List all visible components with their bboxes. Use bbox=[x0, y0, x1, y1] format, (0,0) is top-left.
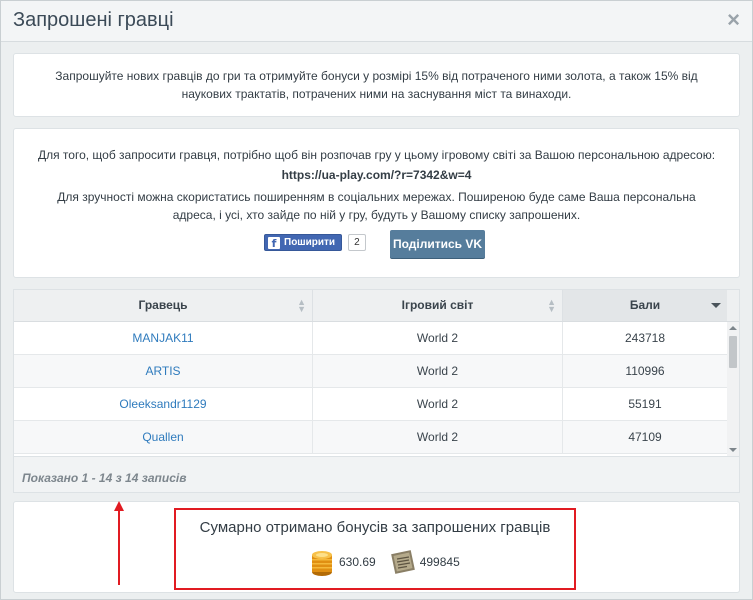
share-instructions: Для зручності можна скористатись поширен… bbox=[57, 190, 696, 222]
points-cell: 55191 bbox=[628, 397, 662, 411]
column-header-player[interactable]: Гравець ▲ ▼ bbox=[14, 290, 313, 321]
table-header: Гравець ▲ ▼ Ігровий світ ▲ ▼ Бали bbox=[14, 290, 739, 322]
close-icon[interactable]: × bbox=[727, 9, 740, 31]
scrollbar-thumb[interactable] bbox=[729, 336, 737, 368]
facebook-share-button[interactable]: f Поширити bbox=[264, 234, 343, 251]
summary-values: 630.69 499845 bbox=[309, 546, 460, 578]
invite-instructions: Для того, щоб запросити гравця, потрібно… bbox=[37, 148, 716, 162]
personal-invite-url[interactable]: https://ua-play.com/?r=7342&w=4 bbox=[14, 168, 739, 182]
red-arrow-icon bbox=[109, 501, 129, 587]
summary-highlight: Сумарно отримано бонусів за запрошених г… bbox=[174, 508, 576, 590]
facebook-share: f Поширити 2 bbox=[264, 234, 366, 251]
scroll-icon bbox=[390, 549, 416, 575]
table-row: MANJAK11 World 2 243718 bbox=[14, 322, 727, 355]
invited-players-table: Гравець ▲ ▼ Ігровий світ ▲ ▼ Бали MANJAK11… bbox=[13, 289, 740, 457]
sort-icon: ▲ ▼ bbox=[547, 297, 556, 314]
dialog-title: Запрошені гравці bbox=[13, 9, 174, 31]
scroll-up-icon[interactable] bbox=[729, 326, 737, 330]
facebook-share-label: Поширити bbox=[284, 237, 336, 248]
column-header-world[interactable]: Ігровий світ ▲ ▼ bbox=[313, 290, 563, 321]
gold-bonus-value: 630.69 bbox=[339, 555, 376, 569]
table-scrollbar[interactable] bbox=[727, 322, 739, 456]
column-header-label: Гравець bbox=[138, 298, 188, 312]
world-cell: World 2 bbox=[313, 355, 563, 387]
treatise-bonus-value: 499845 bbox=[419, 555, 460, 569]
sort-desc-icon bbox=[711, 303, 721, 308]
points-cell: 47109 bbox=[628, 430, 662, 444]
column-header-points[interactable]: Бали bbox=[563, 290, 727, 321]
sort-icon: ▲ ▼ bbox=[297, 297, 306, 314]
points-cell: 243718 bbox=[624, 331, 666, 345]
table-info-bar: Показано 1 - 14 з 14 записів bbox=[13, 457, 740, 493]
facebook-icon: f bbox=[268, 236, 280, 250]
vk-share-button[interactable]: Поділитись VK bbox=[390, 230, 485, 258]
player-link[interactable]: ARTIS bbox=[14, 355, 313, 387]
player-link[interactable]: Oleeksandr1129 bbox=[14, 388, 313, 420]
table-row: Quallen World 2 47109 bbox=[14, 421, 727, 454]
scroll-down-icon[interactable] bbox=[729, 448, 737, 452]
world-cell: World 2 bbox=[313, 388, 563, 420]
player-link[interactable]: MANJAK11 bbox=[14, 322, 313, 354]
intro-panel: Запрошуйте нових гравців до гри та отрим… bbox=[13, 53, 740, 117]
column-header-label: Ігровий світ bbox=[401, 298, 474, 312]
summary-title: Сумарно отримано бонусів за запрошених г… bbox=[199, 519, 551, 536]
world-cell: World 2 bbox=[313, 421, 563, 453]
points-cell: 110996 bbox=[625, 364, 665, 378]
records-info: Показано 1 - 14 з 14 записів bbox=[22, 471, 187, 485]
invited-players-dialog: Запрошені гравці × Запрошуйте нових грав… bbox=[0, 0, 753, 600]
gold-coins-icon bbox=[309, 547, 335, 577]
table-body: MANJAK11 World 2 243718 ARTIS World 2 11… bbox=[14, 322, 727, 454]
table-row: Oleeksandr1129 World 2 55191 bbox=[14, 388, 727, 421]
player-link[interactable]: Quallen bbox=[14, 421, 313, 453]
table-row: ARTIS World 2 110996 bbox=[14, 355, 727, 388]
facebook-share-count: 2 bbox=[348, 234, 366, 251]
intro-text: Запрошуйте нових гравців до гри та отрим… bbox=[55, 69, 698, 101]
invite-panel: Для того, щоб запросити гравця, потрібно… bbox=[13, 128, 740, 278]
column-header-label: Бали bbox=[629, 298, 661, 312]
dialog-titlebar: Запрошені гравці × bbox=[1, 1, 752, 42]
world-cell: World 2 bbox=[313, 322, 563, 354]
